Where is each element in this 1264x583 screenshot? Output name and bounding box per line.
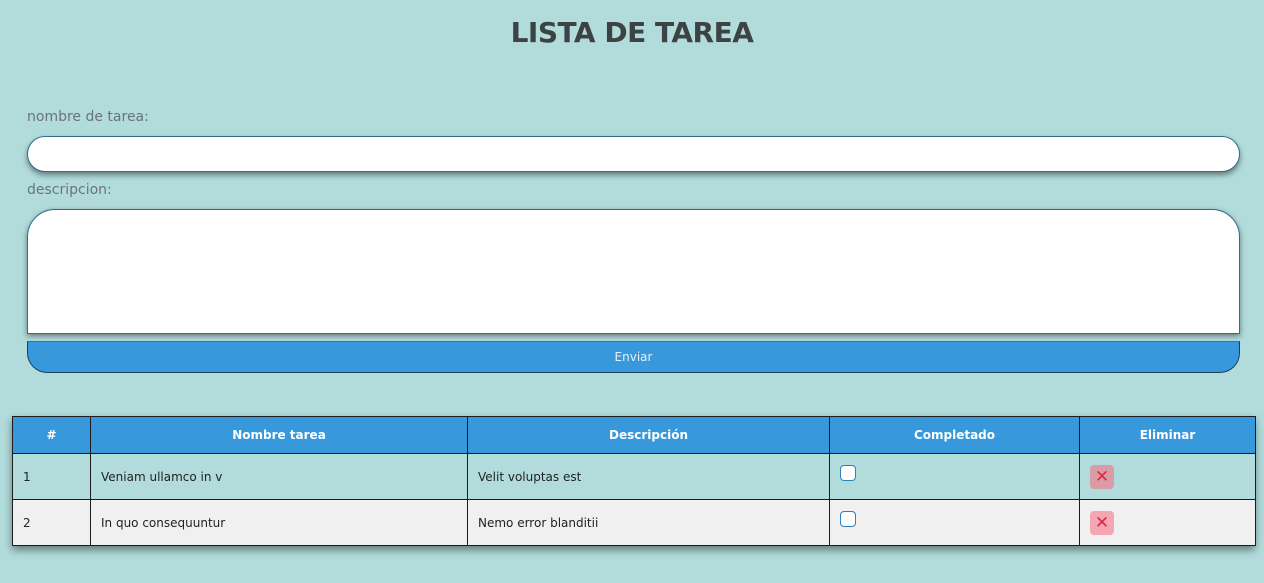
task-completed-cell [829, 453, 1080, 500]
delete-button[interactable]: ✕ [1090, 465, 1114, 489]
column-header-completed: Completado [829, 416, 1080, 454]
table-header-row: # Nombre tarea Descripción Completado El… [12, 416, 1256, 454]
task-delete-cell: ✕ [1079, 453, 1256, 500]
table-row: 1 Veniam ullamco in v Velit voluptas est… [12, 453, 1256, 500]
task-id-cell: 1 [12, 453, 91, 500]
task-description-cell: Nemo error blanditii [467, 499, 830, 546]
page-title: LISTA DE TAREA [510, 16, 754, 49]
task-table-container: # Nombre tarea Descripción Completado El… [12, 416, 1256, 546]
column-header-name: Nombre tarea [90, 416, 468, 454]
delete-button[interactable]: ✕ [1090, 511, 1114, 535]
task-name-cell: In quo consequuntur [90, 499, 468, 546]
task-name-cell: Veniam ullamco in v [90, 453, 468, 500]
task-name-label: nombre de tarea: [27, 109, 149, 125]
table-row: 2 In quo consequuntur Nemo error blandit… [12, 499, 1256, 546]
task-table: # Nombre tarea Descripción Completado El… [12, 416, 1256, 546]
close-icon: ✕ [1094, 513, 1110, 533]
task-name-input[interactable] [27, 136, 1240, 172]
completed-checkbox[interactable] [840, 464, 856, 481]
completed-checkbox[interactable] [840, 510, 856, 527]
description-textarea[interactable] [27, 209, 1240, 334]
task-id-cell: 2 [12, 499, 91, 546]
submit-button[interactable]: Enviar [27, 341, 1240, 373]
column-header-delete: Eliminar [1079, 416, 1256, 454]
task-description-cell: Velit voluptas est [467, 453, 830, 500]
column-header-number: # [12, 416, 91, 454]
task-delete-cell: ✕ [1079, 499, 1256, 546]
close-icon: ✕ [1094, 467, 1110, 487]
column-header-description: Descripción [467, 416, 830, 454]
task-completed-cell [829, 499, 1080, 546]
description-label: descripcion: [27, 182, 112, 198]
